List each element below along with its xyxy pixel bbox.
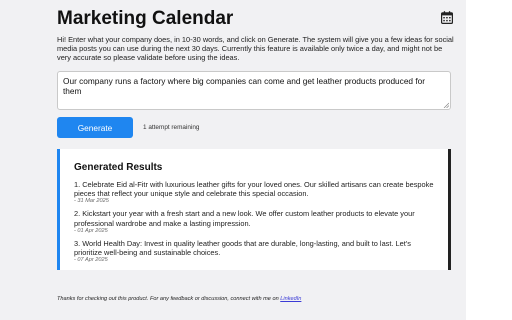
page-title: Marketing Calendar <box>57 8 234 29</box>
generate-button[interactable]: Generate <box>57 117 133 138</box>
intro-text: Hi! Enter what your company does, in 10-… <box>57 35 454 63</box>
company-description-value: Our company runs a factory where big com… <box>63 76 426 97</box>
attempts-remaining: 1 attempt remaining <box>143 124 200 131</box>
results-panel: Generated Results 1. Celebrate Eid al-Fi… <box>57 149 451 270</box>
result-item: 3. World Health Day: Invest in quality l… <box>74 239 438 264</box>
resize-handle-icon[interactable] <box>443 102 449 108</box>
result-text: 2. Kickstart your year with a fresh star… <box>74 209 415 228</box>
marketing-calendar-panel: Marketing Calendar Hi! Enter what your c… <box>0 0 466 320</box>
result-text: 1. Celebrate Eid al-Fitr with luxurious … <box>74 180 434 199</box>
result-date: - 07 Apr 2025 <box>74 257 108 264</box>
footer-note: Thanks for checking out this product. Fo… <box>57 296 457 302</box>
calendar-icon[interactable] <box>441 11 453 24</box>
results-list: 1. Celebrate Eid al-Fitr with luxurious … <box>74 180 438 268</box>
result-date: - 01 Apr 2025 <box>74 227 108 234</box>
results-title: Generated Results <box>74 162 163 173</box>
result-text: 3. World Health Day: Invest in quality l… <box>74 238 411 258</box>
result-date: - 31 Mar 2025 <box>74 198 109 205</box>
result-item: 2. Kickstart your year with a fresh star… <box>74 209 438 234</box>
company-description-input[interactable]: Our company runs a factory where big com… <box>57 71 451 110</box>
footer-text: Thanks for checking out this product. Fo… <box>57 296 281 302</box>
linkedin-link[interactable]: LinkedIn <box>280 296 301 302</box>
result-item: 1. Celebrate Eid al-Fitr with luxurious … <box>74 180 438 205</box>
